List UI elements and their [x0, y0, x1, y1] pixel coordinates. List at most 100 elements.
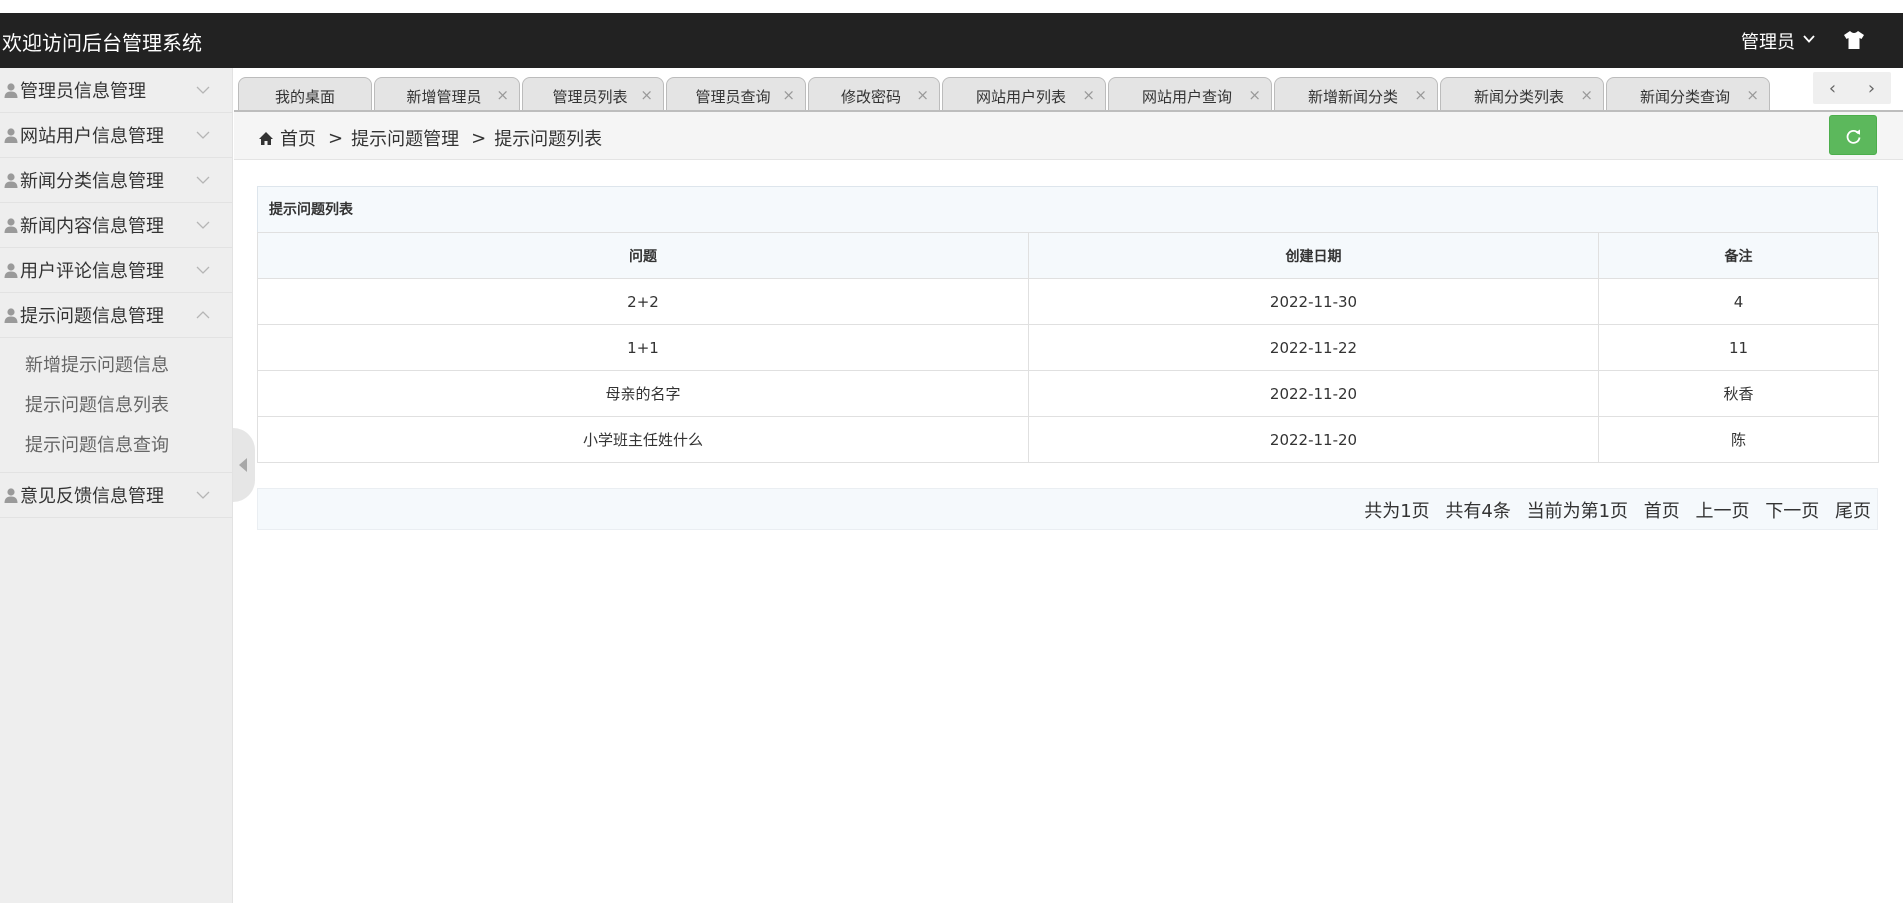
tab-close-icon[interactable]: ×: [1580, 86, 1593, 104]
sidebar-submenu: 新增提示问题信息 提示问题信息列表 提示问题信息查询: [0, 338, 232, 473]
sidebar-item-label: 用户评论信息管理: [20, 261, 164, 282]
chevron-down-icon: [196, 131, 210, 139]
chevron-down-icon: [196, 221, 210, 229]
pagination: 共为1页 共有4条 当前为第1页 首页 上一页 下一页 尾页: [1354, 497, 1871, 523]
tab-label: 新闻分类查询: [1639, 88, 1730, 106]
tab-label: 新闻分类列表: [1473, 88, 1564, 106]
refresh-button[interactable]: [1829, 115, 1877, 155]
sidebar-item-label: 新闻分类信息管理: [20, 171, 164, 192]
tab-scroll-controls: ‹ ›: [1813, 72, 1891, 104]
cell-created-date: 2022-11-20: [1028, 370, 1599, 417]
sidebar-subitem-add-question[interactable]: 新增提示问题信息: [0, 346, 232, 386]
chevron-up-icon: [196, 311, 210, 319]
sidebar-subitem-question-list[interactable]: 提示问题信息列表: [0, 386, 232, 426]
cell-created-date: 2022-11-20: [1028, 416, 1599, 463]
tab-label: 网站用户列表: [975, 88, 1066, 106]
sidebar-item-feedback[interactable]: 意见反馈信息管理: [0, 473, 232, 518]
sidebar-item-site-users[interactable]: 网站用户信息管理: [0, 113, 232, 158]
cell-question: 小学班主任姓什么: [257, 416, 1029, 463]
sidebar-collapse-handle[interactable]: [233, 428, 255, 502]
tshirt-icon[interactable]: [1843, 30, 1865, 50]
column-header-remark: 备注: [1598, 232, 1879, 279]
user-icon: [4, 173, 18, 188]
tab-my-desk[interactable]: 我的桌面: [238, 77, 372, 110]
user-menu[interactable]: 管理员: [1741, 28, 1815, 54]
breadcrumb-bar: 首页 > 提示问题管理 > 提示问题列表: [234, 112, 1903, 160]
sidebar-item-news-category[interactable]: 新闻分类信息管理: [0, 158, 232, 203]
tab-bar: 我的桌面 新增管理员 × 管理员列表 × 管理员查询 × 修改密码 × 网站用户…: [234, 68, 1903, 112]
breadcrumb-home[interactable]: 首页: [280, 125, 316, 151]
user-icon: [4, 488, 18, 503]
sidebar-subitem-question-query[interactable]: 提示问题信息查询: [0, 426, 232, 466]
sidebar-item-news-content[interactable]: 新闻内容信息管理: [0, 203, 232, 248]
tab-label: 我的桌面: [274, 88, 335, 106]
tab-close-icon[interactable]: ×: [916, 86, 929, 104]
column-header-created-date: 创建日期: [1028, 232, 1599, 279]
chevron-down-icon: [196, 86, 210, 94]
sidebar: 管理员信息管理 网站用户信息管理 新闻分类信息管理 新闻内容信息管理 用户评论信…: [0, 68, 233, 903]
cell-remark: 11: [1598, 324, 1879, 371]
tab-close-icon[interactable]: ×: [1248, 86, 1261, 104]
tab-news-category-list[interactable]: 新闻分类列表 ×: [1440, 77, 1604, 110]
chevron-down-icon: [196, 176, 210, 184]
breadcrumb-current: 提示问题列表: [494, 129, 603, 150]
user-icon: [4, 83, 18, 98]
tab-add-admin[interactable]: 新增管理员 ×: [374, 77, 520, 110]
cell-question: 2+2: [257, 278, 1029, 325]
cell-question: 母亲的名字: [257, 370, 1029, 417]
tab-site-user-query[interactable]: 网站用户查询 ×: [1108, 77, 1272, 110]
table-row: 1+1 2022-11-22 11: [257, 324, 1879, 371]
breadcrumb-separator: >: [328, 127, 344, 149]
sidebar-item-comments[interactable]: 用户评论信息管理: [0, 248, 232, 293]
chevron-down-icon: [196, 491, 210, 499]
cell-question: 1+1: [257, 324, 1029, 371]
table-row: 母亲的名字 2022-11-20 秋香: [257, 370, 1879, 417]
tab-close-icon[interactable]: ×: [640, 86, 653, 104]
panel-title: 提示问题列表: [257, 186, 1878, 232]
sidebar-item-admin[interactable]: 管理员信息管理: [0, 68, 232, 113]
cell-remark: 4: [1598, 278, 1879, 325]
caret-left-icon: [239, 458, 247, 472]
sidebar-item-label: 提示问题信息管理: [20, 306, 164, 327]
question-table: 问题 创建日期 备注 2+2 2022-11-30 4 1+1 2022-11-…: [257, 232, 1879, 463]
sidebar-item-prompt-questions[interactable]: 提示问题信息管理: [0, 293, 232, 338]
tab-admin-query[interactable]: 管理员查询 ×: [666, 77, 806, 110]
tab-label: 新增新闻分类: [1307, 88, 1398, 106]
tab-site-user-list[interactable]: 网站用户列表 ×: [942, 77, 1106, 110]
user-icon: [4, 308, 18, 323]
tab-change-password[interactable]: 修改密码 ×: [808, 77, 940, 110]
tab-close-icon[interactable]: ×: [1082, 86, 1095, 104]
chevron-down-icon: [1803, 35, 1815, 43]
pager-next-link[interactable]: 下一页: [1765, 501, 1819, 522]
pager-total-items: 共有4条: [1445, 501, 1511, 522]
table-header-row: 问题 创建日期 备注: [257, 232, 1879, 279]
chevron-right-icon[interactable]: ›: [1868, 78, 1875, 99]
pagination-bar: 共为1页 共有4条 当前为第1页 首页 上一页 下一页 尾页: [257, 488, 1878, 530]
cell-remark: 秋香: [1598, 370, 1879, 417]
tab-close-icon[interactable]: ×: [782, 86, 795, 104]
tab-close-icon[interactable]: ×: [496, 86, 509, 104]
tab-close-icon[interactable]: ×: [1746, 86, 1759, 104]
refresh-icon: [1846, 129, 1861, 144]
column-header-question: 问题: [257, 232, 1029, 279]
sidebar-item-label: 管理员信息管理: [20, 81, 146, 102]
table-row: 2+2 2022-11-30 4: [257, 278, 1879, 325]
chevron-down-icon: [196, 266, 210, 274]
pager-last-link[interactable]: 尾页: [1835, 501, 1871, 522]
cell-created-date: 2022-11-22: [1028, 324, 1599, 371]
tab-news-category-query[interactable]: 新闻分类查询 ×: [1606, 77, 1770, 110]
cell-created-date: 2022-11-30: [1028, 278, 1599, 325]
question-list-panel: 提示问题列表 问题 创建日期 备注 2+2 2022-11-30 4 1+1 2…: [257, 186, 1879, 463]
pager-first-link[interactable]: 首页: [1644, 501, 1680, 522]
tab-label: 网站用户查询: [1141, 88, 1232, 106]
tab-admin-list[interactable]: 管理员列表 ×: [522, 77, 664, 110]
breadcrumb-level1[interactable]: 提示问题管理: [351, 125, 459, 151]
breadcrumb-separator: >: [471, 127, 487, 149]
chevron-left-icon[interactable]: ‹: [1829, 78, 1836, 99]
tab-add-news-category[interactable]: 新增新闻分类 ×: [1274, 77, 1438, 110]
tab-close-icon[interactable]: ×: [1414, 86, 1427, 104]
user-icon: [4, 218, 18, 233]
pager-prev-link[interactable]: 上一页: [1696, 501, 1750, 522]
user-menu-label: 管理员: [1741, 32, 1795, 53]
sidebar-item-label: 网站用户信息管理: [20, 126, 164, 147]
